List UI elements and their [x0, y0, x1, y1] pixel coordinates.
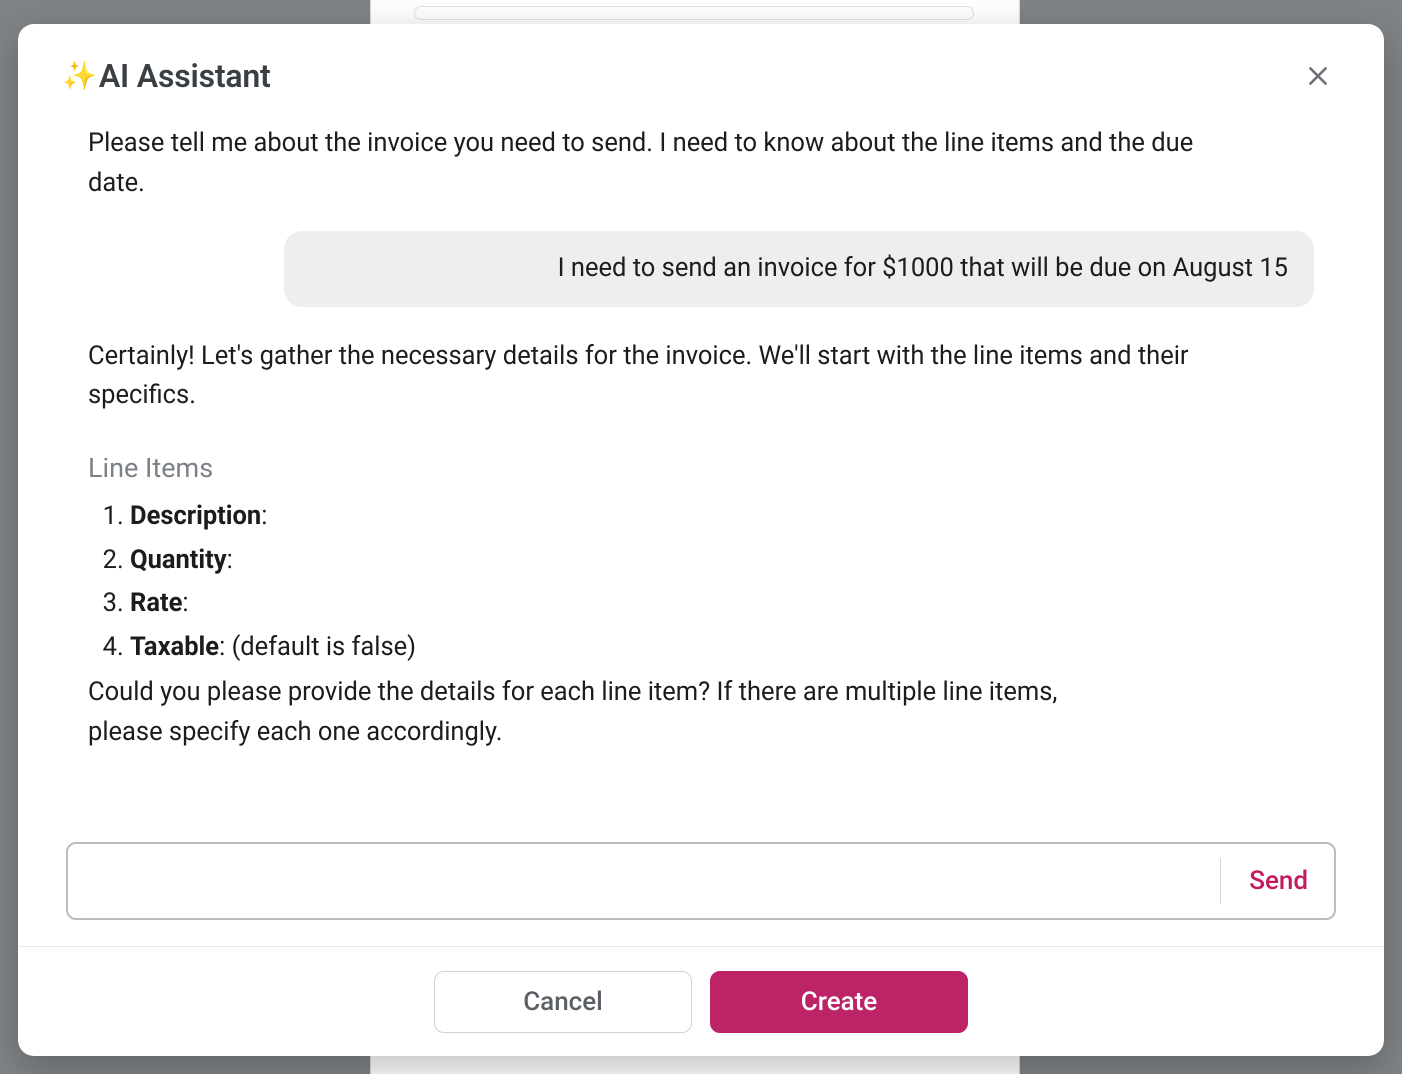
line-items-heading: Line Items	[88, 448, 1218, 490]
input-row: Send	[18, 842, 1384, 946]
line-items-list: Description: Quantity: Rate: Taxable: (d…	[88, 495, 1218, 669]
conversation-area: Please tell me about the invoice you nee…	[18, 98, 1384, 842]
user-message: I need to send an invoice for $1000 that…	[184, 231, 1314, 307]
modal-title-wrap: ✨ AI Assistant	[62, 57, 271, 95]
line-item-suffix: : (default is false)	[219, 632, 416, 662]
close-icon	[1305, 63, 1331, 89]
sparkle-icon: ✨	[62, 62, 97, 90]
background-field-outline	[414, 6, 974, 20]
send-button[interactable]: Send	[1229, 856, 1328, 906]
assistant-message: Certainly! Let's gather the necessary de…	[88, 337, 1218, 753]
input-divider	[1220, 858, 1221, 904]
create-button[interactable]: Create	[710, 971, 968, 1033]
list-item: Description:	[130, 495, 1218, 539]
line-item-label: Quantity	[130, 545, 227, 575]
user-bubble: I need to send an invoice for $1000 that…	[284, 231, 1314, 307]
list-item: Rate:	[130, 582, 1218, 626]
modal-title: AI Assistant	[99, 57, 271, 95]
line-item-label: Rate	[130, 588, 182, 618]
message-input[interactable]	[88, 844, 1214, 918]
assistant-followup: Could you please provide the details for…	[88, 673, 1118, 752]
user-text: I need to send an invoice for $1000 that…	[558, 253, 1288, 283]
line-item-label: Taxable	[130, 632, 219, 662]
assistant-text: Please tell me about the invoice you nee…	[88, 128, 1193, 198]
input-box: Send	[66, 842, 1336, 920]
ai-assistant-modal: ✨ AI Assistant Please tell me about the …	[18, 24, 1384, 1056]
list-item: Taxable: (default is false)	[130, 626, 1218, 670]
assistant-message: Please tell me about the invoice you nee…	[88, 124, 1218, 203]
line-item-label: Description	[130, 501, 261, 531]
line-item-suffix: :	[227, 545, 233, 575]
line-item-suffix: :	[182, 588, 188, 618]
modal-header: ✨ AI Assistant	[18, 24, 1384, 98]
modal-footer: Cancel Create	[18, 946, 1384, 1056]
line-item-suffix: :	[261, 501, 267, 531]
cancel-button[interactable]: Cancel	[434, 971, 692, 1033]
close-button[interactable]	[1296, 54, 1340, 98]
assistant-text: Certainly! Let's gather the necessary de…	[88, 341, 1189, 411]
list-item: Quantity:	[130, 539, 1218, 583]
